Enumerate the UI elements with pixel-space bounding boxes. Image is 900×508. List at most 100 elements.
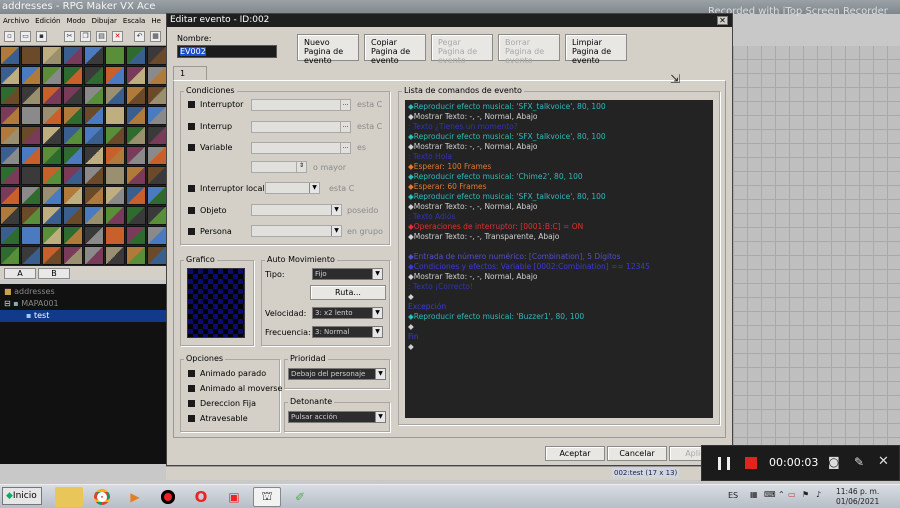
tile-cell[interactable] [0, 46, 20, 65]
tile-cell[interactable] [147, 166, 166, 185]
tile-cell[interactable] [63, 86, 83, 105]
cut-icon[interactable]: ✂ [64, 31, 75, 42]
through-checkbox[interactable] [188, 415, 195, 422]
tile-cell[interactable] [63, 246, 83, 265]
paste-icon[interactable]: ▤ [96, 31, 107, 42]
tile-cell[interactable] [126, 246, 146, 265]
close-icon[interactable]: ✕ [717, 16, 728, 25]
tile-cell[interactable] [0, 146, 20, 165]
menu-modo[interactable]: Modo [67, 17, 86, 25]
variable-field[interactable]: … [251, 142, 351, 154]
tile-cell[interactable] [0, 86, 20, 105]
tile-cell[interactable] [105, 226, 125, 245]
stop-icon[interactable] [745, 457, 757, 469]
command-row[interactable]: ◆Esperar: 100 Frames [408, 162, 491, 172]
tile-cell[interactable] [0, 186, 20, 205]
walk-anim-checkbox[interactable] [188, 370, 195, 377]
tile-cell[interactable] [147, 226, 166, 245]
menu-help[interactable]: He [151, 17, 161, 25]
copy-icon[interactable]: ❐ [80, 31, 91, 42]
command-row[interactable]: : Texto ¡Correcto! [408, 282, 473, 292]
open-folder-icon[interactable]: ▭ [20, 31, 31, 42]
chrome-icon[interactable] [88, 487, 116, 507]
command-row[interactable]: ◆Reproducir efecto musical: 'SFX_talkvoi… [408, 132, 606, 142]
switch1-field[interactable]: … [251, 99, 351, 111]
clock-time[interactable]: 11:46 p. m. [836, 487, 879, 496]
tile-cell[interactable] [105, 146, 125, 165]
tile-cell[interactable] [84, 186, 104, 205]
clear-page-button[interactable]: Limpiar Pagina de evento [565, 34, 627, 65]
command-row[interactable]: ◆ [408, 322, 414, 332]
ok-button[interactable]: Aceptar [545, 446, 605, 461]
frequency-select[interactable]: 3: Normal ▼ [312, 326, 383, 338]
tile-cell[interactable] [105, 66, 125, 85]
tile-cell[interactable] [63, 126, 83, 145]
command-row[interactable]: ◆Mostrar Texto: -, -, Transparente, Abaj… [408, 232, 559, 242]
camera-icon[interactable]: ◙ [828, 455, 840, 469]
new-file-icon[interactable]: ▫ [4, 31, 15, 42]
tile-cell[interactable] [126, 66, 146, 85]
command-list[interactable]: ◆Reproducir efecto musical: 'SFX_talkvoi… [405, 100, 713, 418]
switch1-checkbox[interactable] [188, 101, 195, 108]
step-anim-checkbox[interactable] [188, 385, 195, 392]
tile-cell[interactable] [63, 166, 83, 185]
tile-cell[interactable] [63, 66, 83, 85]
tile-cell[interactable] [63, 206, 83, 225]
tile-cell[interactable] [42, 86, 62, 105]
copy-page-button[interactable]: Copiar Pagina de evento [364, 34, 426, 65]
tile-cell[interactable] [0, 206, 20, 225]
priority-select[interactable]: Debajo del personaje ▼ [288, 368, 386, 380]
tile-cell[interactable] [42, 246, 62, 265]
tile-cell[interactable] [21, 46, 41, 65]
tile-cell[interactable] [84, 66, 104, 85]
network-icon[interactable]: ▦ [750, 490, 758, 499]
flag-icon[interactable]: ⚑ [802, 490, 809, 499]
keyboard-icon[interactable]: ⌨ [764, 490, 776, 499]
command-row[interactable]: ◆Condiciones y efectos: Variable [0002:C… [408, 262, 650, 272]
tile-cell[interactable] [42, 46, 62, 65]
tile-cell[interactable] [63, 106, 83, 125]
tile-cell[interactable] [126, 106, 146, 125]
tile-cell[interactable] [126, 186, 146, 205]
menu-dibujar[interactable]: Dibujar [92, 17, 117, 25]
tile-cell[interactable] [105, 206, 125, 225]
tile-cell[interactable] [42, 206, 62, 225]
tile-cell[interactable] [147, 106, 166, 125]
tile-cell[interactable] [63, 46, 83, 65]
item-checkbox[interactable] [188, 207, 195, 214]
tray-expand-icon[interactable]: ⌃ [778, 490, 785, 499]
pause-icon[interactable] [718, 457, 730, 470]
tile-cell[interactable] [84, 86, 104, 105]
command-row[interactable]: ◆Esperar: 60 Frames [408, 182, 487, 192]
tile-cell[interactable] [105, 126, 125, 145]
item-select[interactable]: ▼ [251, 204, 342, 216]
layer-icon[interactable]: ▦ [150, 31, 161, 42]
move-type-select[interactable]: Fijo ▼ [312, 268, 383, 280]
screen-recorder-icon[interactable]: ▣ [220, 487, 248, 507]
tile-cell[interactable] [0, 126, 20, 145]
map-canvas[interactable] [733, 46, 900, 466]
tile-cell[interactable] [147, 126, 166, 145]
tile-cell[interactable] [42, 66, 62, 85]
direction-fix-checkbox[interactable] [188, 400, 195, 407]
tile-cell[interactable] [84, 246, 104, 265]
menu-edicion[interactable]: Edición [35, 17, 60, 25]
save-icon[interactable]: ▪ [36, 31, 47, 42]
command-row[interactable]: Fin [408, 332, 419, 342]
tile-cell[interactable] [0, 246, 20, 265]
tile-cell[interactable] [147, 206, 166, 225]
tree-test[interactable]: ▪ test [0, 310, 166, 322]
tile-cell[interactable] [84, 226, 104, 245]
tile-cell[interactable] [42, 166, 62, 185]
tile-cell[interactable] [42, 126, 62, 145]
actor-select[interactable]: ▼ [251, 225, 342, 237]
battery-icon[interactable]: ▭ [788, 490, 796, 499]
tile-cell[interactable] [42, 186, 62, 205]
tile-cell[interactable] [147, 66, 166, 85]
tile-cell[interactable] [105, 166, 125, 185]
tileset-tab-a[interactable]: A [4, 268, 36, 279]
tile-cell[interactable] [21, 226, 41, 245]
tile-cell[interactable] [0, 166, 20, 185]
delete-page-button[interactable]: Borrar Pagina de evento [498, 34, 560, 65]
command-row[interactable]: : Texto Hola [408, 152, 452, 162]
